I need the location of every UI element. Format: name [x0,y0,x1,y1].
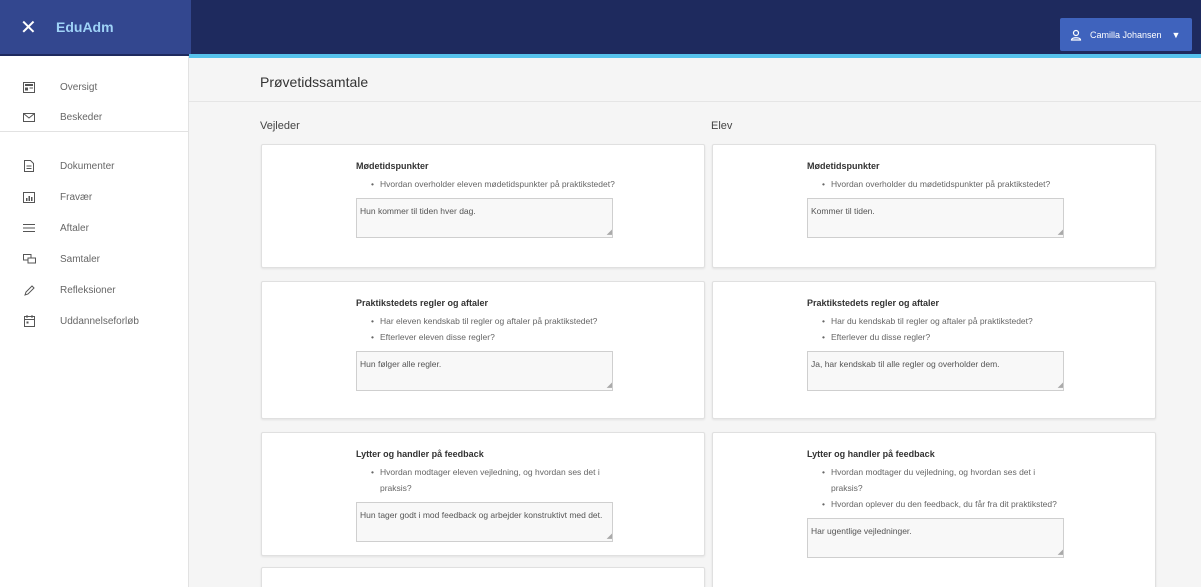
resize-grip-icon[interactable]: ◢ [1058,548,1063,556]
question-item: Hvordan oplever du den feedback, du får … [807,496,1067,512]
question-list: Hvordan modtager du vejledning, og hvord… [807,464,1067,512]
question-list: Hvordan overholder eleven mødetidspunkte… [356,176,616,192]
sidebar-item-label: Beskeder [60,111,103,123]
resize-grip-icon[interactable]: ◢ [1058,381,1063,389]
top-bar: ✕ EduAdm Camilla Johansen ▼ [0,0,1201,56]
column-heading-elev: Elev [711,120,733,132]
sidebar-item-fravaer[interactable]: Fravær [0,182,188,212]
brand-area: ✕ EduAdm [0,0,191,54]
user-menu-button[interactable]: Camilla Johansen ▼ [1060,18,1192,51]
sidebar-item-aftaler[interactable]: Aftaler [0,213,188,243]
user-name: Camilla Johansen [1090,29,1162,40]
question-list: Har du kendskab til regler og aftaler på… [807,313,1067,345]
app-name: EduAdm [56,19,114,35]
sidebar-item-beskeder[interactable]: Beskeder [0,102,188,132]
answer-textarea[interactable]: Ja, har kendskab til alle regler og over… [807,351,1064,391]
sidebar-item-uddannelseforloeb[interactable]: Uddannelseforløb [0,306,188,336]
question-list: Hvordan overholder du mødetidspunkter på… [807,176,1067,192]
sidebar-item-label: Refleksioner [60,284,116,296]
vejleder-card-next [261,567,705,587]
document-icon [22,159,36,173]
chat-icon [22,252,36,266]
resize-grip-icon[interactable]: ◢ [607,532,612,540]
chevron-down-icon: ▼ [1171,29,1181,40]
sidebar: Oversigt Beskeder Dokumenter Fravær Afta… [0,56,189,587]
elev-card-moedetidspunkter: Mødetidspunkter Hvordan overholder du mø… [712,144,1156,268]
card-title: Praktikstedets regler og aftaler [807,298,940,308]
elev-card-feedback: Lytter og handler på feedback Hvordan mo… [712,432,1156,587]
close-menu-icon[interactable]: ✕ [20,17,46,37]
answer-textarea[interactable]: Hun kommer til tiden hver dag. [356,198,613,238]
question-item: Hvordan overholder eleven mødetidspunkte… [356,176,616,192]
sidebar-item-oversigt[interactable]: Oversigt [0,72,188,102]
page-header: Prøvetidssamtale [189,58,1201,102]
question-item: Efterlever du disse regler? [807,329,1067,345]
card-title: Mødetidspunkter [356,161,429,171]
calendar-icon [22,314,36,328]
sidebar-item-label: Uddannelseforløb [60,315,139,327]
sidebar-item-samtaler[interactable]: Samtaler [0,244,188,274]
question-item: Hvordan modtager eleven vejledning, og h… [356,464,616,496]
sidebar-item-label: Aftaler [60,222,89,234]
answer-textarea[interactable]: Kommer til tiden. [807,198,1064,238]
sidebar-item-label: Fravær [60,191,93,203]
question-item: Hvordan overholder du mødetidspunkter på… [807,176,1067,192]
card-title: Mødetidspunkter [807,161,880,171]
card-title: Praktikstedets regler og aftaler [356,298,489,308]
question-item: Har du kendskab til regler og aftaler på… [807,313,1067,329]
vejleder-card-feedback: Lytter og handler på feedback Hvordan mo… [261,432,705,556]
user-icon [1070,29,1082,41]
question-item: Hvordan modtager du vejledning, og hvord… [807,464,1067,496]
column-heading-vejleder: Vejleder [260,120,300,132]
chart-icon [22,190,36,204]
elev-card-regler: Praktikstedets regler og aftaler Har du … [712,281,1156,419]
question-list: Har eleven kendskab til regler og aftale… [356,313,616,345]
mail-icon [22,110,36,124]
vejleder-card-moedetidspunkter: Mødetidspunkter Hvordan overholder eleve… [261,144,705,268]
sidebar-item-label: Samtaler [60,253,101,265]
question-list: Hvordan modtager eleven vejledning, og h… [356,464,616,496]
answer-textarea[interactable]: Har ugentlige vejledninger. [807,518,1064,558]
resize-grip-icon[interactable]: ◢ [607,228,612,236]
dashboard-icon [22,80,36,94]
vejleder-card-regler: Praktikstedets regler og aftaler Har ele… [261,281,705,419]
question-item: Har eleven kendskab til regler og aftale… [356,313,616,329]
card-title: Lytter og handler på feedback [807,449,935,459]
sidebar-item-dokumenter[interactable]: Dokumenter [0,151,188,181]
resize-grip-icon[interactable]: ◢ [607,381,612,389]
page-title: Prøvetidssamtale [260,74,369,90]
sidebar-divider [0,131,188,132]
resize-grip-icon[interactable]: ◢ [1058,228,1063,236]
answer-textarea[interactable]: Hun tager godt i mod feedback og arbejde… [356,502,613,542]
list-icon [22,221,36,235]
pencil-icon [22,283,36,297]
sidebar-item-refleksioner[interactable]: Refleksioner [0,275,188,305]
question-item: Efterlever eleven disse regler? [356,329,616,345]
sidebar-item-label: Oversigt [60,81,98,93]
sidebar-item-label: Dokumenter [60,160,115,172]
answer-textarea[interactable]: Hun følger alle regler. [356,351,613,391]
card-title: Lytter og handler på feedback [356,449,484,459]
